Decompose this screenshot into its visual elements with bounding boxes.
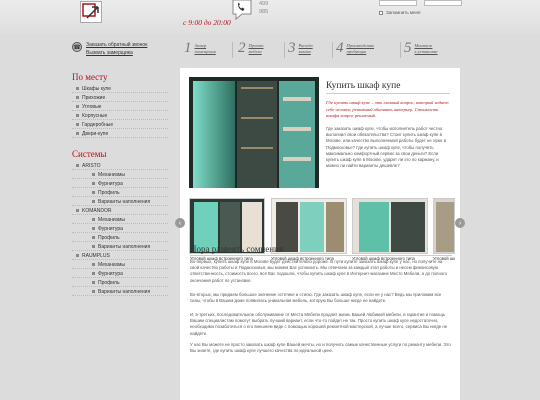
section-title: Пора развеять сомнения [190,244,284,254]
system-subitem[interactable]: Профиль [72,278,168,287]
sidebar-item[interactable]: Корпусные [72,111,168,120]
callback-link[interactable]: Заказать обратный звонок [86,42,147,48]
body-paragraph: У нас Вы можете не просто заказать шкаф … [190,342,451,354]
body-paragraph: И, в-третьих, последовательное обслужива… [190,312,448,336]
sidebar-item[interactable]: Угловые [72,102,168,111]
thumb-image[interactable] [433,198,455,254]
step-number: 3 [288,40,296,56]
site-logo[interactable] [80,1,102,23]
system-subitem[interactable]: Механизмы [72,215,168,224]
step-label: Монтаж [414,42,433,48]
sidebar-item[interactable]: Гардеробные [72,120,168,129]
intro-text: Где заказать шкаф купе, чтобы исполнител… [326,126,447,169]
system-subitem[interactable]: Профиль [72,233,168,242]
divider [400,42,401,58]
divider [326,93,450,94]
step-2[interactable]: 2 Проект мебели [238,40,264,57]
page-title: Купить шкаф купе [326,81,401,91]
sidebar-item[interactable]: Шкафы купе [72,84,168,93]
system-subitem[interactable]: Фурнитура [72,179,168,188]
remember-me[interactable]: Запомнить меня [379,10,420,15]
divider [190,255,452,256]
step-4[interactable]: 4 Производство продукции [336,40,374,57]
step-label: Проект [248,42,264,48]
sidebar-title: По месту [72,72,108,82]
password-input[interactable] [424,0,462,6]
system-group[interactable]: RAUMPLUS [72,251,168,260]
system-subitem[interactable]: Профиль [72,188,168,197]
system-group[interactable]: KOMANDOR [72,206,168,215]
sidebar-item[interactable]: Прихожие [72,93,168,102]
step-label: в установке [414,48,438,54]
phone-icon [230,0,254,22]
step-number: 4 [336,40,344,56]
system-group[interactable]: ARISTO [72,161,168,170]
system-subitem[interactable]: Фурнитура [72,269,168,278]
thumb-image[interactable] [352,198,428,254]
system-subitem[interactable]: Механизмы [72,260,168,269]
phone-code: 985 [259,9,269,15]
header: с 9:00 до 20:00 499 985 Запомнить меня [0,0,540,34]
callback-block: ☎ Заказать обратный звонок Вызвать замер… [72,42,147,56]
phone-handset-icon: ☎ [72,42,82,52]
prev-arrow-icon[interactable]: ‹ [175,218,185,228]
step-label: помещения [194,48,216,54]
body-paragraph: Во-первых, купить шкаф купе в Москве буд… [190,259,448,283]
login-input[interactable] [379,0,417,6]
step-number: 5 [404,40,412,56]
system-subitem[interactable]: Фурнитура [72,224,168,233]
step-label: Производство [346,42,375,48]
measurer-link[interactable]: Вызвать замерщика [86,50,147,56]
content-panel: Купить шкаф купе Где купить шкаф купе – … [175,68,465,400]
system-subitem[interactable]: Варианты наполнения [72,197,168,206]
sidebar-title: Системы [72,149,107,159]
sidebar-item[interactable]: Двери-купе [72,129,168,138]
divider [332,42,333,58]
steps-bar: 1 Замер помещения 2 Проект мебели 3 Расчёт зак… [180,38,460,60]
step-label: продукции [346,48,367,54]
step-1[interactable]: 1 Замер помещения [184,40,216,57]
systems-list: ARISTO Механизмы Фурнитура Профиль Вариа… [72,161,168,296]
phone-code: 499 [259,1,269,7]
system-subitem[interactable]: Механизмы [72,170,168,179]
divider [232,42,233,58]
step-label: Расчёт [298,42,313,48]
system-subitem[interactable]: Варианты наполнения [72,242,168,251]
step-label: мебели [248,48,262,54]
step-number: 2 [238,40,246,56]
step-3[interactable]: 3 Расчёт заказа [288,40,313,57]
wardrobe-photo [189,77,319,193]
next-arrow-icon[interactable]: › [455,218,465,228]
step-label: заказа [298,48,311,54]
body-paragraph: Во-вторых, мы придаем большое значение э… [190,292,442,304]
step-number: 1 [184,40,192,56]
lead-text: Где купить шкаф купе – это главный вопро… [326,100,449,119]
step-5[interactable]: 5 Монтаж в установке [404,40,438,57]
divider [284,42,285,58]
remember-label: Запомнить меня [386,10,421,15]
system-subitem[interactable]: Варианты наполнения [72,287,168,296]
sidebar: По месту Шкафы купе Прихожие Угловые Кор… [72,72,168,296]
step-label: Замер [194,42,207,48]
checkbox[interactable] [379,10,383,15]
category-list: Шкафы купе Прихожие Угловые Корпусные Га… [72,84,168,138]
phone-hours: с 9:00 до 20:00 [183,18,231,27]
